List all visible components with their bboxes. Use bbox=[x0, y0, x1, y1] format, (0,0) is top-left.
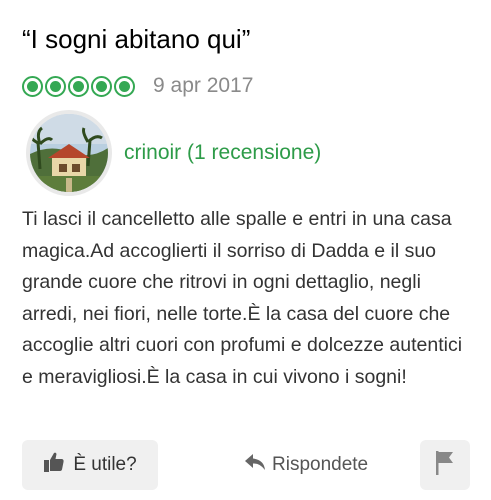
review-body: Ti lasci il cancelletto alle spalle e en… bbox=[22, 208, 463, 388]
reviewer-name[interactable]: crinoir (1 recensione) bbox=[124, 141, 321, 165]
reviewer-block[interactable]: crinoir (1 recensione) bbox=[26, 110, 321, 196]
flag-icon bbox=[435, 450, 455, 481]
rating-bubble-icon bbox=[45, 75, 66, 97]
useful-button[interactable]: È utile? bbox=[22, 440, 158, 490]
rating-row: 9 apr 2017 bbox=[22, 72, 253, 100]
useful-label: È utile? bbox=[73, 454, 137, 475]
flag-button[interactable] bbox=[420, 440, 470, 490]
rating-bubble-icon bbox=[91, 75, 112, 97]
rating-bubbles bbox=[22, 75, 135, 97]
reply-button[interactable]: Rispondete bbox=[244, 446, 368, 484]
thumbs-up-icon bbox=[43, 451, 65, 479]
review-actions: È utile? Rispondete bbox=[22, 440, 470, 490]
reply-label: Rispondete bbox=[272, 454, 369, 475]
reviewer-review-count[interactable]: (1 recensione) bbox=[187, 141, 321, 164]
rating-bubble-icon bbox=[114, 75, 135, 97]
rating-bubble-icon bbox=[22, 75, 43, 97]
avatar[interactable] bbox=[26, 110, 112, 196]
rating-bubble-icon bbox=[68, 75, 89, 97]
reply-arrow-icon bbox=[244, 452, 266, 478]
review-date: 9 apr 2017 bbox=[153, 74, 254, 97]
review-title: “I sogni abitano qui” bbox=[22, 24, 251, 54]
reviewer-username[interactable]: crinoir bbox=[124, 141, 181, 164]
